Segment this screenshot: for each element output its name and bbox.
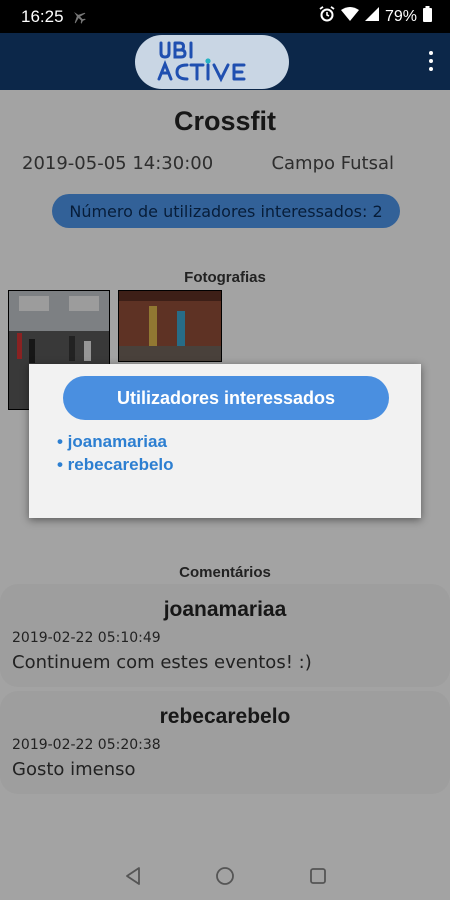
interested-users-list: • joanamariaa • rebecarebelo <box>57 432 174 478</box>
home-icon[interactable] <box>213 864 237 888</box>
interested-user-link[interactable]: • rebecarebelo <box>57 455 174 478</box>
interested-users-dialog: Utilizadores interessados • joanamariaa … <box>29 364 421 518</box>
app-logo <box>135 35 289 89</box>
overflow-menu-icon[interactable] <box>428 51 434 71</box>
system-nav-bar <box>0 852 450 900</box>
airplane-mode-icon <box>72 9 86 28</box>
signal-icon <box>364 7 379 26</box>
back-icon[interactable] <box>121 864 145 888</box>
status-time: 16:25 <box>21 7 64 26</box>
interested-user-link[interactable]: • joanamariaa <box>57 432 174 455</box>
battery-percent: 79% <box>384 7 417 25</box>
alarm-icon <box>319 6 335 27</box>
dialog-title: Utilizadores interessados <box>63 376 389 420</box>
status-bar: 16:25 79% <box>0 0 450 33</box>
status-icons: 79% <box>319 6 432 27</box>
recents-icon[interactable] <box>306 864 330 888</box>
battery-icon <box>423 6 432 27</box>
wifi-icon <box>340 7 359 26</box>
